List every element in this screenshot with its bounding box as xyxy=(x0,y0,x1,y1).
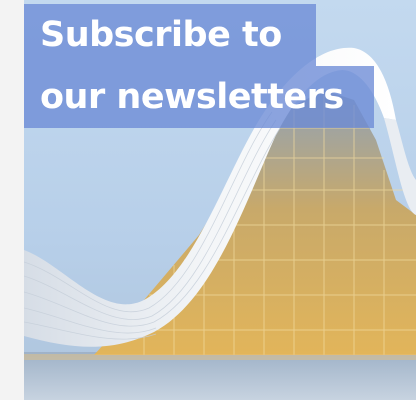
left-gutter xyxy=(0,0,24,400)
newsletter-promo-banner[interactable]: Subscribe to our newsletters xyxy=(24,0,416,400)
page: Subscribe to our newsletters xyxy=(0,0,416,400)
headline-line-2: our newsletters xyxy=(24,66,374,128)
headline-line-1: Subscribe to xyxy=(24,4,316,66)
